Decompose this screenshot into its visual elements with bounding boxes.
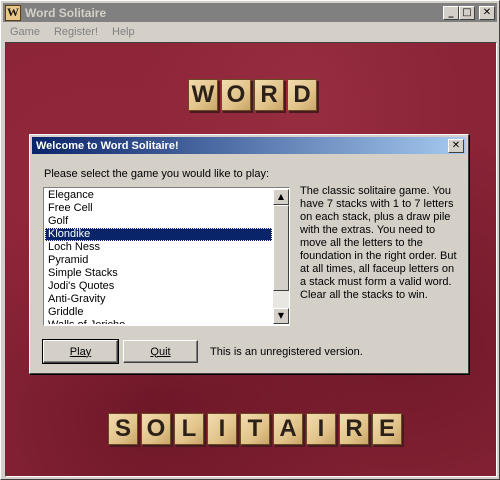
- solitaire-letter-tile: S: [108, 413, 138, 445]
- title-tiles-solitaire: SOLITAIRE: [108, 413, 402, 445]
- menu-game[interactable]: Game: [3, 26, 47, 38]
- dialog-title-bar[interactable]: Welcome to Word Solitaire! ✕: [32, 137, 466, 154]
- play-button-label: Play: [69, 345, 92, 358]
- window-title: Word Solitaire: [25, 5, 107, 20]
- menu-register[interactable]: Register!: [47, 26, 105, 38]
- solitaire-letter-tile: L: [174, 413, 204, 445]
- menu-bar: Game Register! Help: [3, 23, 497, 41]
- solitaire-letter-tile: O: [141, 413, 171, 445]
- game-list-scrollbar[interactable]: ▲ ▼: [273, 189, 289, 324]
- game-description: The classic solitaire game. You have 7 s…: [300, 185, 457, 301]
- unregistered-notice: This is an unregistered version.: [210, 346, 363, 358]
- maximize-button[interactable]: □: [459, 5, 475, 20]
- title-bar[interactable]: W Word Solitaire _ □ ✕: [3, 3, 497, 22]
- word-letter-tile: D: [287, 79, 317, 111]
- solitaire-letter-tile: A: [273, 413, 303, 445]
- game-select-prompt: Please select the game you would like to…: [44, 168, 270, 180]
- game-list-item[interactable]: Free Cell: [45, 202, 272, 215]
- word-letter-tile: O: [221, 79, 251, 111]
- game-list-item[interactable]: Klondike: [45, 228, 272, 241]
- game-list-item[interactable]: Jodi's Quotes: [45, 280, 272, 293]
- solitaire-letter-tile: I: [306, 413, 336, 445]
- dialog-title: Welcome to Word Solitaire!: [36, 139, 179, 152]
- app-window: W Word Solitaire _ □ ✕ Game Register! He…: [0, 0, 500, 480]
- game-list-item[interactable]: Anti-Gravity: [45, 293, 272, 306]
- game-list-item[interactable]: Walls of Jericho: [45, 319, 272, 324]
- game-list-item[interactable]: Elegance: [45, 189, 272, 202]
- solitaire-letter-tile: R: [339, 413, 369, 445]
- solitaire-letter-tile: I: [207, 413, 237, 445]
- game-list-item[interactable]: Simple Stacks: [45, 267, 272, 280]
- scroll-up-arrow-icon[interactable]: ▲: [273, 189, 289, 205]
- menu-help[interactable]: Help: [105, 26, 142, 38]
- solitaire-letter-tile: E: [372, 413, 402, 445]
- solitaire-letter-tile: T: [240, 413, 270, 445]
- word-letter-tile: W: [188, 79, 218, 111]
- game-list-items: Elegance Free Cell Golf Klondike Loch Ness Py…: [45, 189, 272, 324]
- title-tiles-word: WORD: [188, 79, 317, 111]
- game-list[interactable]: Elegance Free Cell Golf Klondike Loch Ness Py…: [43, 187, 290, 326]
- game-list-item[interactable]: Golf: [45, 215, 272, 228]
- scroll-down-arrow-icon[interactable]: ▼: [273, 308, 289, 324]
- dialog-close-button[interactable]: ✕: [448, 138, 464, 153]
- welcome-dialog: Welcome to Word Solitaire! ✕ Please sele…: [29, 134, 469, 374]
- game-list-item[interactable]: Griddle: [45, 306, 272, 319]
- quit-button[interactable]: Quit: [123, 340, 198, 363]
- quit-button-label: Quit: [150, 345, 171, 358]
- word-letter-tile: R: [254, 79, 284, 111]
- play-button[interactable]: Play: [42, 339, 119, 364]
- game-list-item[interactable]: Loch Ness: [45, 241, 272, 254]
- minimize-button[interactable]: _: [443, 5, 459, 20]
- word-solitaire-app-icon[interactable]: W: [5, 4, 21, 21]
- game-list-item[interactable]: Pyramid: [45, 254, 272, 267]
- close-button[interactable]: ✕: [479, 5, 495, 20]
- scroll-thumb[interactable]: [273, 205, 289, 291]
